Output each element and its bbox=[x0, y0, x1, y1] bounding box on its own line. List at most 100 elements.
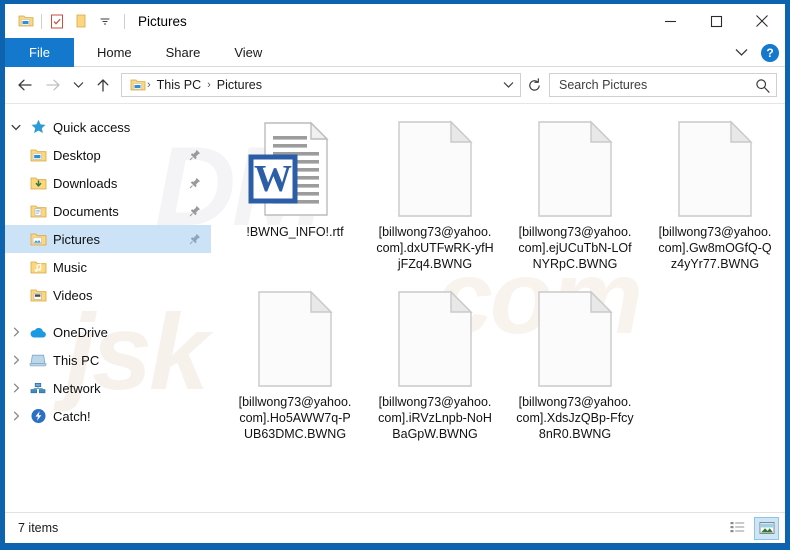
file-grid: W !BWNG_INFO!.rtf [billwong73@yahoo.com]… bbox=[225, 116, 785, 456]
sidebar-item-label: Documents bbox=[53, 203, 119, 219]
sidebar-item-label: OneDrive bbox=[53, 324, 108, 340]
sidebar-item-desktop[interactable]: Desktop bbox=[5, 141, 211, 169]
arrow-right-icon[interactable] bbox=[39, 71, 67, 99]
title-divider bbox=[124, 13, 125, 29]
sidebar-item-label: Videos bbox=[53, 287, 93, 303]
tab-file[interactable]: File bbox=[5, 38, 74, 67]
pin-icon[interactable] bbox=[189, 177, 201, 189]
chevron-collapsed-icon[interactable] bbox=[5, 374, 27, 402]
chevron-collapsed-icon[interactable] bbox=[5, 346, 27, 374]
sidebar-item-catch[interactable]: Catch! bbox=[5, 402, 211, 430]
properties-icon[interactable] bbox=[45, 9, 69, 33]
sidebar-item-label: This PC bbox=[53, 352, 100, 368]
help-button[interactable]: ? bbox=[761, 43, 779, 62]
sidebar-item-documents[interactable]: Documents bbox=[5, 197, 211, 225]
window-inner: Pictures File Home Share View ? › This P… bbox=[5, 4, 785, 543]
blank-file-icon bbox=[369, 116, 501, 222]
maximize-icon[interactable] bbox=[693, 4, 739, 38]
file-name-label: [billwong73@yahoo.com].iRVzLnpb-NoHBaGpW… bbox=[378, 395, 492, 441]
file-list-pane[interactable]: W !BWNG_INFO!.rtf [billwong73@yahoo.com]… bbox=[211, 104, 785, 512]
sidebar-item-music[interactable]: Music bbox=[5, 253, 211, 281]
catch-icon bbox=[27, 402, 49, 430]
folder-explorer-icon[interactable] bbox=[128, 78, 146, 92]
breadcrumb-item-this-pc[interactable]: This PC bbox=[152, 78, 206, 92]
pin-icon[interactable] bbox=[189, 149, 201, 161]
file-name-label: [billwong73@yahoo.com].Gw8mOGfQ-Qz4yYr77… bbox=[658, 225, 772, 271]
blank-file-icon bbox=[509, 286, 641, 392]
file-explorer-window: Pictures File Home Share View ? › This P… bbox=[0, 0, 790, 550]
title-bar: Pictures bbox=[5, 4, 785, 38]
folder-music-icon bbox=[27, 253, 49, 281]
sidebar-item-network[interactable]: Network bbox=[5, 374, 211, 402]
sidebar-item-label: Pictures bbox=[53, 231, 100, 247]
search-icon[interactable] bbox=[755, 78, 770, 93]
file-item[interactable]: [billwong73@yahoo.com].dxUTFwRK-yfHjFZq4… bbox=[365, 116, 505, 272]
file-name-label: [billwong73@yahoo.com].Ho5AWW7q-PUB63DMC… bbox=[238, 395, 352, 441]
blank-file-icon bbox=[509, 116, 641, 222]
large-icons-view-button[interactable] bbox=[754, 516, 779, 540]
file-item[interactable]: [billwong73@yahoo.com].Ho5AWW7q-PUB63DMC… bbox=[225, 286, 365, 442]
sidebar-item-this-pc[interactable]: This PC bbox=[5, 346, 211, 374]
chevron-expanded-icon[interactable] bbox=[5, 113, 27, 141]
tab-home[interactable]: Home bbox=[80, 38, 149, 67]
file-name-label: [billwong73@yahoo.com].XdsJzQBp-Ffcy8nR0… bbox=[516, 395, 634, 441]
details-view-button[interactable] bbox=[725, 517, 750, 540]
window-title: Pictures bbox=[138, 13, 187, 29]
chevron-down-icon[interactable] bbox=[498, 74, 518, 96]
star-icon bbox=[27, 113, 49, 141]
chevron-collapsed-icon[interactable] bbox=[5, 402, 27, 430]
sidebar-item-label: Quick access bbox=[53, 119, 131, 135]
cloud-icon bbox=[27, 318, 49, 346]
toolbar-divider bbox=[41, 13, 42, 29]
file-item[interactable]: W !BWNG_INFO!.rtf bbox=[225, 116, 365, 272]
recent-locations-icon[interactable] bbox=[67, 71, 89, 99]
sidebar-item-label: Desktop bbox=[53, 147, 101, 163]
chevron-collapsed-icon[interactable] bbox=[5, 318, 27, 346]
blank-file-icon bbox=[369, 286, 501, 392]
search-box[interactable] bbox=[549, 73, 777, 97]
customize-toolbar-icon[interactable] bbox=[93, 9, 117, 33]
ribbon-right-controls: ? bbox=[730, 38, 779, 67]
file-item[interactable]: [billwong73@yahoo.com].ejUCuTbN-LOfNYRpC… bbox=[505, 116, 645, 272]
sidebar-item-downloads[interactable]: Downloads bbox=[5, 169, 211, 197]
svg-text:W: W bbox=[254, 158, 292, 200]
tab-share[interactable]: Share bbox=[149, 38, 218, 67]
computer-icon bbox=[27, 346, 49, 374]
arrow-left-icon[interactable] bbox=[11, 71, 39, 99]
tab-view[interactable]: View bbox=[217, 38, 279, 67]
file-name-label: [billwong73@yahoo.com].ejUCuTbN-LOfNYRpC… bbox=[518, 225, 632, 271]
arrow-up-icon[interactable] bbox=[89, 71, 117, 99]
file-name-label: [billwong73@yahoo.com].dxUTFwRK-yfHjFZq4… bbox=[376, 225, 494, 271]
sidebar-item-pictures[interactable]: Pictures bbox=[5, 225, 211, 253]
breadcrumb-item-pictures[interactable]: Pictures bbox=[212, 78, 267, 92]
blank-file-icon bbox=[649, 116, 781, 222]
quick-access-toolbar bbox=[5, 9, 128, 33]
address-bar-row: › This PC › Pictures bbox=[5, 67, 785, 103]
blank-file-icon bbox=[229, 286, 361, 392]
minimize-icon[interactable] bbox=[647, 4, 693, 38]
search-input[interactable] bbox=[559, 78, 755, 92]
sidebar-item-onedrive[interactable]: OneDrive bbox=[5, 318, 211, 346]
pin-icon[interactable] bbox=[189, 233, 201, 245]
properties-folder-icon[interactable] bbox=[14, 9, 38, 33]
folder-downloads-icon bbox=[27, 169, 49, 197]
breadcrumb: › This PC › Pictures bbox=[128, 78, 498, 92]
window-controls bbox=[647, 4, 785, 38]
new-folder-icon[interactable] bbox=[69, 9, 93, 33]
word-rtf-document-icon: W bbox=[229, 116, 361, 222]
file-item[interactable]: [billwong73@yahoo.com].XdsJzQBp-Ffcy8nR0… bbox=[505, 286, 645, 442]
file-item[interactable]: [billwong73@yahoo.com].Gw8mOGfQ-Qz4yYr77… bbox=[645, 116, 785, 272]
item-count-label: 7 items bbox=[18, 521, 59, 535]
refresh-icon[interactable] bbox=[522, 73, 546, 97]
sidebar-item-quick-access[interactable]: Quick access bbox=[5, 113, 211, 141]
file-name-label: !BWNG_INFO!.rtf bbox=[246, 225, 344, 239]
sidebar-item-label: Network bbox=[53, 380, 101, 396]
close-icon[interactable] bbox=[739, 4, 785, 38]
sidebar-item-videos[interactable]: Videos bbox=[5, 281, 211, 309]
sidebar-item-label: Catch! bbox=[53, 408, 91, 424]
pin-icon[interactable] bbox=[189, 205, 201, 217]
address-bar[interactable]: › This PC › Pictures bbox=[121, 73, 521, 97]
chevron-down-icon[interactable] bbox=[730, 42, 752, 64]
file-item[interactable]: [billwong73@yahoo.com].iRVzLnpb-NoHBaGpW… bbox=[365, 286, 505, 442]
